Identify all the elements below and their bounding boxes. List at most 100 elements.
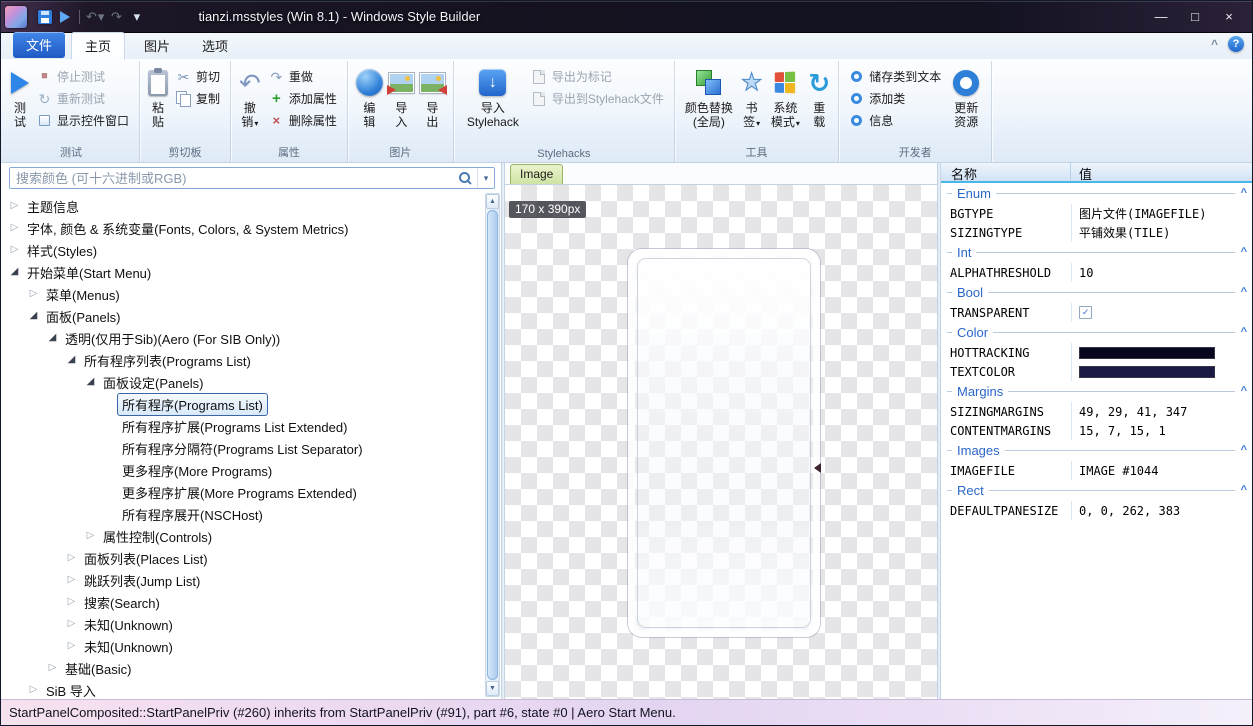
cut-button[interactable]: ✂ 剪切: [171, 66, 225, 87]
app-icon[interactable]: [5, 6, 27, 28]
system-mode-button[interactable]: 系统模式▾: [765, 63, 805, 131]
property-value[interactable]: 平铺效果(TILE): [1071, 223, 1252, 242]
checkbox-checked-icon[interactable]: ✓: [1079, 306, 1092, 319]
import-image-button[interactable]: 导入: [386, 63, 417, 129]
tree-scrollbar[interactable]: ▲ ▼: [485, 193, 500, 697]
scroll-down-button[interactable]: ▼: [486, 681, 499, 696]
color-swatch[interactable]: [1079, 366, 1215, 378]
tree-item[interactable]: ▷菜单(Menus): [1, 283, 501, 305]
redo-button[interactable]: ↷ 重做: [264, 66, 342, 87]
tree-expand-icon[interactable]: ▷: [64, 619, 79, 629]
stop-test-button[interactable]: ■ 停止测试: [32, 66, 134, 87]
tree-item[interactable]: 所有程序扩展(Programs List Extended): [1, 415, 501, 437]
category-collapse-icon[interactable]: ^: [1241, 486, 1247, 495]
minimize-button[interactable]: —: [1144, 6, 1178, 28]
add-property-button[interactable]: + 添加属性: [264, 88, 342, 109]
color-replace-button[interactable]: 颜色替换(全局): [680, 63, 738, 129]
tree-expand-icon[interactable]: ▷: [7, 223, 22, 233]
scroll-up-button[interactable]: ▲: [486, 194, 499, 209]
tab-options[interactable]: 选项: [189, 33, 241, 59]
tree-item[interactable]: ▷主题信息: [1, 195, 501, 217]
property-value[interactable]: [1071, 362, 1252, 381]
info-button[interactable]: 信息: [844, 110, 946, 131]
property-row[interactable]: SIZINGMARGINS49, 29, 41, 347: [941, 402, 1252, 421]
property-row[interactable]: SIZINGTYPE平铺效果(TILE): [941, 223, 1252, 242]
property-value[interactable]: 15, 7, 15, 1: [1071, 421, 1252, 440]
tree-expand-icon[interactable]: ▷: [26, 685, 41, 695]
category-collapse-icon[interactable]: ^: [1241, 387, 1247, 396]
quick-redo-button[interactable]: ↷: [106, 7, 126, 27]
delete-property-button[interactable]: × 删除属性: [264, 110, 342, 131]
quick-undo-button[interactable]: ↶▾: [84, 7, 106, 27]
save-button[interactable]: [35, 7, 55, 27]
tree-collapse-icon[interactable]: ◢: [83, 377, 98, 387]
tree-item[interactable]: ◢开始菜单(Start Menu): [1, 261, 501, 283]
tree-item[interactable]: ▷搜索(Search): [1, 591, 501, 613]
property-value[interactable]: 49, 29, 41, 347: [1071, 402, 1252, 421]
ribbon-collapse-button[interactable]: ^: [1211, 37, 1218, 51]
tree-item[interactable]: 所有程序展开(NSCHost): [1, 503, 501, 525]
property-row[interactable]: CONTENTMARGINS15, 7, 15, 1: [941, 421, 1252, 440]
tab-image[interactable]: Image: [510, 164, 563, 184]
add-class-button[interactable]: 添加类: [844, 88, 946, 109]
maximize-button[interactable]: □: [1178, 6, 1212, 28]
tree-expand-icon[interactable]: ▷: [64, 641, 79, 651]
category-collapse-icon[interactable]: ^: [1241, 446, 1247, 455]
tree-item[interactable]: ▷属性控制(Controls): [1, 525, 501, 547]
property-row[interactable]: ALPHATHRESHOLD10: [941, 263, 1252, 282]
tree-expand-icon[interactable]: ▷: [64, 575, 79, 585]
property-row[interactable]: TRANSPARENT✓: [941, 303, 1252, 322]
tree-expand-icon[interactable]: ▷: [45, 663, 60, 673]
tree-item[interactable]: ◢所有程序列表(Programs List): [1, 349, 501, 371]
column-header-name[interactable]: 名称: [941, 163, 1071, 181]
image-canvas[interactable]: 170 x 390px: [505, 185, 937, 699]
tree-item[interactable]: ▷SiB 导入: [1, 679, 501, 699]
retest-button[interactable]: ↻ 重新测试: [32, 88, 134, 109]
tree-item[interactable]: ▷未知(Unknown): [1, 635, 501, 657]
export-as-mark-button[interactable]: 导出为标记: [527, 66, 669, 87]
property-value[interactable]: 10: [1071, 263, 1252, 282]
tree-item[interactable]: ◢透明(仅用于Sib)(Aero (For SIB Only)): [1, 327, 501, 349]
show-control-window-checkbox[interactable]: 显示控件窗口: [32, 110, 134, 131]
close-button[interactable]: ×: [1212, 6, 1246, 28]
property-row[interactable]: BGTYPE图片文件(IMAGEFILE): [941, 204, 1252, 223]
color-search-box[interactable]: ▾: [9, 167, 495, 189]
tree-expand-icon[interactable]: ▷: [7, 201, 22, 211]
import-stylehack-button[interactable]: ↓ 导入Stylehack: [459, 63, 527, 129]
category-collapse-icon[interactable]: ^: [1241, 248, 1247, 257]
export-to-stylehack-file-button[interactable]: 导出到Stylehack文件: [527, 88, 669, 109]
bookmark-button[interactable]: ★ 书签▾: [738, 63, 766, 131]
tab-pictures[interactable]: 图片: [131, 33, 183, 59]
tree-item[interactable]: 更多程序(More Programs): [1, 459, 501, 481]
tree-expand-icon[interactable]: ▷: [64, 553, 79, 563]
tree-expand-icon[interactable]: ▷: [83, 531, 98, 541]
tree-item[interactable]: ▷样式(Styles): [1, 239, 501, 261]
style-image-preview[interactable]: [628, 249, 820, 637]
tree-item[interactable]: ◢面板设定(Panels): [1, 371, 501, 393]
property-value[interactable]: [1071, 343, 1252, 362]
scrollbar-thumb[interactable]: [487, 210, 498, 680]
tree-item[interactable]: ▷跳跃列表(Jump List): [1, 569, 501, 591]
tree-collapse-icon[interactable]: ◢: [7, 267, 22, 277]
quick-test-button[interactable]: [55, 7, 75, 27]
tree-item[interactable]: ▷基础(Basic): [1, 657, 501, 679]
tab-file[interactable]: 文件: [13, 32, 65, 58]
color-swatch[interactable]: [1079, 347, 1215, 359]
tree-expand-icon[interactable]: ▷: [7, 245, 22, 255]
tree-item[interactable]: 所有程序(Programs List): [1, 393, 501, 415]
tree-collapse-icon[interactable]: ◢: [64, 355, 79, 365]
export-image-button[interactable]: 导出: [417, 63, 448, 129]
tab-home[interactable]: 主页: [71, 32, 125, 60]
search-dropdown-button[interactable]: ▾: [477, 168, 494, 188]
save-class-to-text-button[interactable]: 储存类到文本: [844, 66, 946, 87]
tree-item[interactable]: ▷未知(Unknown): [1, 613, 501, 635]
edit-image-button[interactable]: 编辑: [353, 63, 386, 129]
tree-collapse-icon[interactable]: ◢: [45, 333, 60, 343]
search-button[interactable]: [453, 168, 477, 188]
property-value[interactable]: ✓: [1071, 303, 1252, 322]
tree-item[interactable]: ▷面板列表(Places List): [1, 547, 501, 569]
tree-expand-icon[interactable]: ▷: [64, 597, 79, 607]
property-value[interactable]: 图片文件(IMAGEFILE): [1071, 204, 1252, 223]
undo-button[interactable]: ↶ 撤销▾: [236, 63, 264, 131]
reload-button[interactable]: ↻ 重载: [805, 63, 833, 129]
